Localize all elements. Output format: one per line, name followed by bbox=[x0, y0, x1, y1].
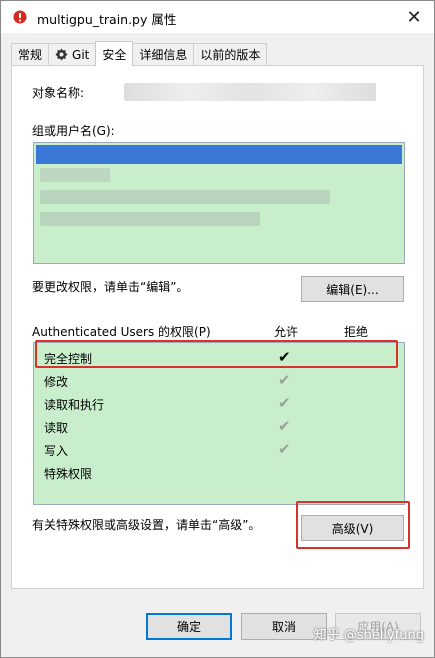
permission-row[interactable]: 写入 ✔ bbox=[34, 440, 404, 460]
properties-dialog: multigpu_train.py 属性 ✕ 常规 Git 安全 详细信息 以前… bbox=[0, 0, 435, 658]
tab-label: 常规 bbox=[18, 48, 43, 62]
allow-check-icon[interactable]: ✔ bbox=[278, 371, 291, 389]
highlight-box-advanced bbox=[296, 501, 410, 549]
edit-button-label: 编辑(E)... bbox=[326, 282, 379, 297]
allow-header: 允许 bbox=[274, 325, 299, 339]
group-user-list[interactable] bbox=[33, 142, 405, 264]
tab-label: 详细信息 bbox=[139, 48, 188, 62]
allow-check-icon[interactable]: ✔ bbox=[278, 440, 291, 458]
tab-security[interactable]: 安全 bbox=[95, 41, 134, 66]
change-permission-hint: 要更改权限，请单击“编辑”。 bbox=[32, 280, 189, 294]
tab-details[interactable]: 详细信息 bbox=[132, 43, 195, 65]
title-bar: multigpu_train.py 属性 ✕ bbox=[1, 1, 434, 33]
highlight-box-full-control bbox=[35, 340, 398, 368]
allow-check-icon[interactable]: ✔ bbox=[278, 417, 291, 435]
security-panel: 对象名称: 组或用户名(G): 要更改权限，请单击“编辑”。 编辑(E)... … bbox=[11, 65, 424, 589]
python-file-icon bbox=[13, 10, 27, 24]
permission-name: 读取和执行 bbox=[44, 398, 105, 412]
ok-button[interactable]: 确定 bbox=[146, 613, 232, 640]
permission-name: 读取 bbox=[44, 421, 69, 435]
group-users-label: 组或用户名(G): bbox=[32, 124, 115, 138]
list-item-selected[interactable] bbox=[36, 145, 402, 164]
permission-row[interactable]: 读取 ✔ bbox=[34, 417, 404, 437]
watermark: 知乎 @shellyfung bbox=[313, 628, 424, 643]
tab-label: Git bbox=[72, 47, 90, 62]
window-title: multigpu_train.py 属性 bbox=[37, 12, 177, 27]
close-icon: ✕ bbox=[406, 6, 422, 28]
list-item[interactable] bbox=[40, 168, 110, 182]
tab-general[interactable]: 常规 bbox=[11, 43, 50, 65]
advanced-hint: 有关特殊权限或高级设置，请单击“高级”。 bbox=[32, 518, 261, 532]
tab-label: 安全 bbox=[102, 47, 127, 62]
list-item[interactable] bbox=[40, 190, 330, 204]
cancel-button-label: 取消 bbox=[271, 620, 296, 634]
git-icon bbox=[55, 48, 68, 61]
edit-button[interactable]: 编辑(E)... bbox=[301, 276, 404, 302]
permission-name: 修改 bbox=[44, 375, 69, 389]
tab-label: 以前的版本 bbox=[200, 48, 261, 62]
allow-check-icon[interactable]: ✔ bbox=[278, 394, 291, 412]
list-item[interactable] bbox=[40, 212, 260, 226]
permission-row[interactable]: 读取和执行 ✔ bbox=[34, 394, 404, 414]
close-button[interactable]: ✕ bbox=[400, 3, 428, 31]
object-name-value bbox=[124, 83, 376, 101]
permission-row[interactable]: 修改 ✔ bbox=[34, 371, 404, 391]
tab-git[interactable]: Git bbox=[48, 43, 97, 65]
deny-header: 拒绝 bbox=[344, 325, 369, 339]
permission-row[interactable]: 特殊权限 bbox=[34, 463, 404, 483]
tab-previous-versions[interactable]: 以前的版本 bbox=[193, 43, 268, 65]
permission-name: 特殊权限 bbox=[44, 467, 93, 481]
object-name-label: 对象名称: bbox=[32, 86, 85, 100]
tab-strip: 常规 Git 安全 详细信息 以前的版本 bbox=[11, 41, 268, 66]
ok-button-label: 确定 bbox=[176, 620, 201, 634]
permission-name: 写入 bbox=[44, 444, 69, 458]
permissions-label: Authenticated Users 的权限(P) bbox=[32, 325, 211, 339]
